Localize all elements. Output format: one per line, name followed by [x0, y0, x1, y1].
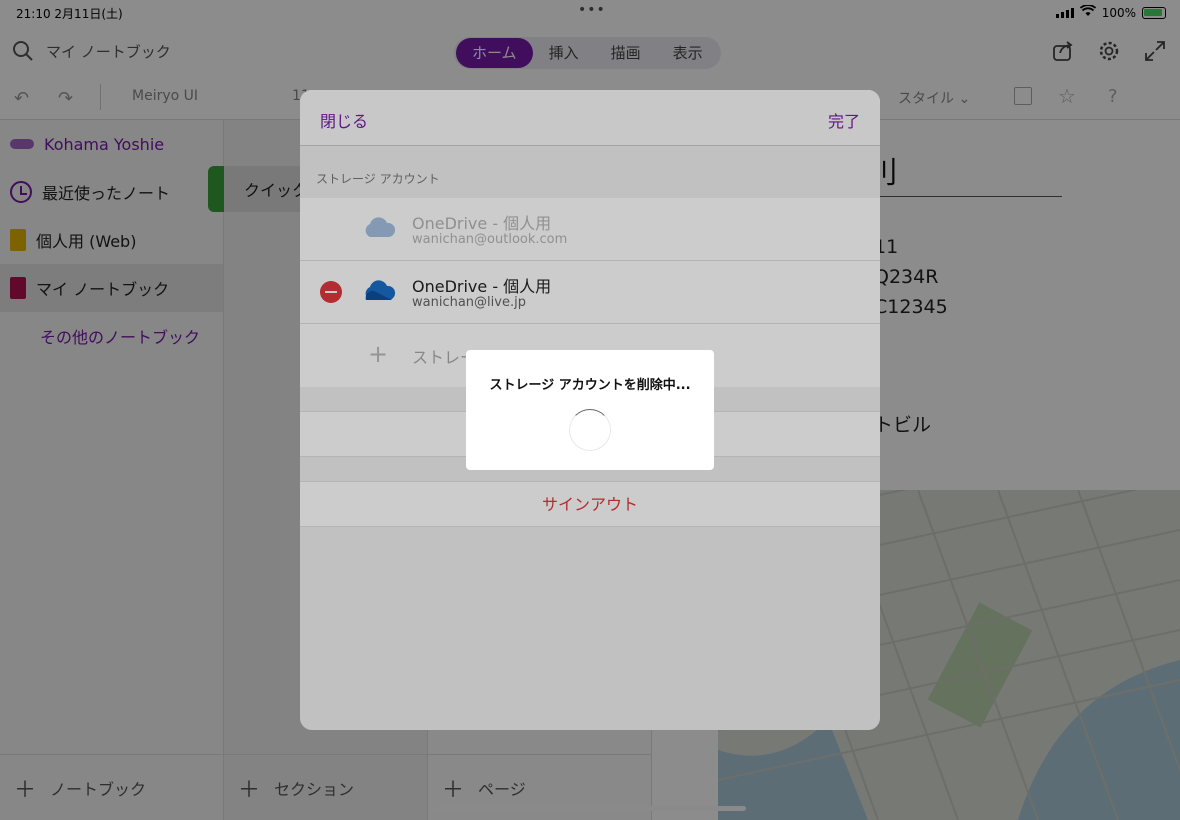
alert-message: ストレージ アカウントを削除中... [489, 378, 691, 393]
home-indicator[interactable] [434, 806, 746, 811]
progress-alert: ストレージ アカウントを削除中... [466, 350, 714, 470]
loading-spinner-icon [569, 409, 611, 451]
